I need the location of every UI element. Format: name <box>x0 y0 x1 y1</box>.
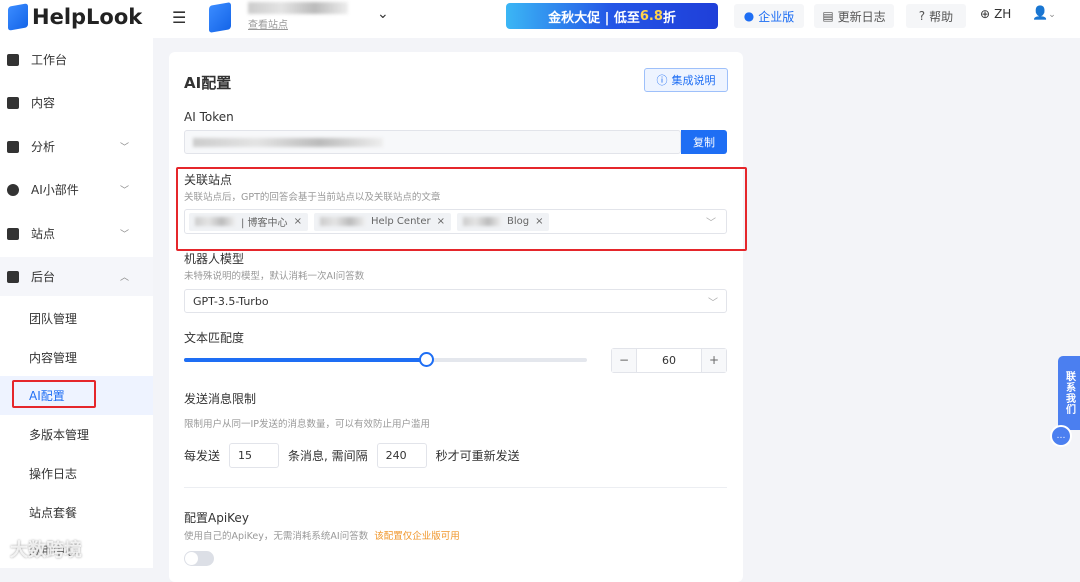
page-title: AI配置 <box>184 74 232 92</box>
ai-config-card: AI配置 ⓘ 集成说明 AI Token 复制 关联站点 关联站点后，GPT的回答… <box>169 52 747 582</box>
promo-banner[interactable]: 金秋大促 | 低至 6.8 折 <box>506 3 718 29</box>
apikey-toggle[interactable] <box>184 551 214 566</box>
linked-sites-select[interactable]: | 博客中心 × Help Center × Blog × ﹀ <box>184 209 727 234</box>
sidebar-sub-versions[interactable]: 多版本管理 <box>0 415 153 454</box>
toggle-knob <box>185 552 198 565</box>
rate-suffix: 秒才可重新发送 <box>435 449 520 463</box>
sidebar-item-sites[interactable]: 站点 ﹀ <box>0 214 153 253</box>
apikey-desc: 使用自己的ApiKey，无需消耗系统AI问答数 该配置仅企业版可用 <box>184 531 460 542</box>
sidebar-sub-content-mgmt[interactable]: 内容管理 <box>0 338 153 377</box>
integration-guide-button[interactable]: ⓘ 集成说明 <box>644 68 728 92</box>
chat-icon[interactable]: … <box>1050 425 1072 447</box>
logo-icon <box>8 3 28 31</box>
chevron-down-icon: ﹀ <box>708 297 718 309</box>
chevron-down-icon: ⌄ <box>1048 10 1056 20</box>
sidebar-sub-logs[interactable]: 操作日志 <box>0 454 153 493</box>
check-circle-icon: ● <box>743 9 755 23</box>
remove-tag-icon[interactable]: × <box>437 216 445 227</box>
contact-us-button[interactable]: 联系我们 <box>1058 356 1080 430</box>
slider-handle[interactable] <box>418 352 434 367</box>
question-icon: ? <box>918 9 926 23</box>
remove-tag-icon[interactable]: × <box>535 216 543 227</box>
tag-blur <box>462 217 501 226</box>
logo[interactable]: HelpLook <box>8 3 142 31</box>
site-tag: | 博客中心 × <box>189 212 308 231</box>
slider-fill <box>184 358 426 362</box>
sidebar-sub-plans[interactable]: 站点套餐 <box>0 493 153 532</box>
sidebar-item-backend[interactable]: 后台 ︿ <box>0 257 153 296</box>
copy-button[interactable]: 复制 <box>681 130 727 154</box>
home-icon <box>7 53 19 66</box>
match-slider[interactable] <box>184 352 587 367</box>
sidebar-item-ai-widget[interactable]: AI小部件 ﹀ <box>0 170 153 209</box>
sidebar-sub-team[interactable]: 团队管理 <box>0 299 153 338</box>
tag-blur <box>319 217 365 226</box>
sidebar: 工作台 内容 分析 ﹀ AI小部件 ﹀ 站点 ﹀ 后台 ︿ 团队管理 内容管理 AI配置… <box>0 38 153 568</box>
language-switch[interactable]: ⊕ ZH <box>980 7 1011 21</box>
rate-limit-desc: 限制用户从同一IP发送的消息数量，可以有效防止用户滥用 <box>184 419 431 430</box>
site-tag: Blog × <box>456 212 550 231</box>
sidebar-item-workbench[interactable]: 工作台 <box>0 40 153 79</box>
interval-seconds-input[interactable]: 240 <box>376 443 427 468</box>
chevron-down-icon: ﹀ <box>119 230 129 240</box>
top-header: HelpLook ☰ 查看站点 ⌄ 金秋大促 | 低至 6.8 折 ● 企业版 ▤ 更新… <box>0 0 1080 38</box>
enterprise-button[interactable]: ● 企业版 <box>734 4 804 28</box>
increment-button[interactable]: + <box>701 349 726 372</box>
view-site-link[interactable]: 查看站点 <box>248 16 288 31</box>
sidebar-item-content[interactable]: 内容 <box>0 83 153 122</box>
monitor-icon <box>7 227 19 240</box>
sidebar-item-analytics[interactable]: 分析 ﹀ <box>0 127 153 166</box>
tag-blur <box>195 217 235 226</box>
token-label: AI Token <box>184 110 234 124</box>
book-icon <box>7 96 19 109</box>
user-avatar-icon[interactable]: 👤⌄ <box>1032 6 1056 21</box>
document-icon: ▤ <box>822 9 834 23</box>
rate-limit-row: 每发送 15 条消息, 需间隔 240 秒才可重新发送 <box>184 443 520 468</box>
highlight-box <box>12 380 96 408</box>
linked-sites-desc: 关联站点后，GPT的回答会基于当前站点以及关联站点的文章 <box>184 192 441 203</box>
globe-icon: ⊕ <box>980 7 991 21</box>
info-icon: ⓘ <box>656 74 668 87</box>
model-desc: 未特殊说明的模型，默认消耗一次AI问答数 <box>184 271 365 282</box>
chevron-down-icon: ﹀ <box>119 186 129 196</box>
match-label: 文本匹配度 <box>184 331 245 345</box>
grid-icon <box>7 270 19 283</box>
site-logo-icon <box>209 2 231 33</box>
enterprise-only-note: 该配置仅企业版可用 <box>374 531 460 542</box>
decrement-button[interactable]: − <box>612 349 637 372</box>
collapse-menu-icon[interactable]: ☰ <box>172 8 186 27</box>
apikey-label: 配置ApiKey <box>184 511 249 525</box>
help-button[interactable]: ? 帮助 <box>906 4 966 28</box>
rate-limit-label: 发送消息限制 <box>184 392 257 406</box>
match-stepper: − 60 + <box>611 348 727 373</box>
chart-icon <box>7 140 19 153</box>
site-switch-chevron-icon[interactable]: ⌄ <box>377 6 389 22</box>
site-tag: Help Center × <box>313 212 451 231</box>
rate-prefix: 每发送 <box>184 449 221 463</box>
chevron-down-icon: ﹀ <box>706 218 716 229</box>
message-count-input[interactable]: 15 <box>229 443 280 468</box>
watermark: 大数跨境 <box>10 540 82 561</box>
chevron-up-icon: ︿ <box>119 273 129 283</box>
changelog-button[interactable]: ▤ 更新日志 <box>814 4 894 28</box>
rate-middle: 条消息, 需间隔 <box>288 449 368 463</box>
remove-tag-icon[interactable]: × <box>294 216 302 227</box>
model-label: 机器人模型 <box>184 252 245 266</box>
match-value[interactable]: 60 <box>637 354 701 367</box>
widget-icon <box>7 183 19 196</box>
site-name <box>248 2 348 14</box>
chevron-down-icon: ﹀ <box>119 143 129 153</box>
linked-sites-label: 关联站点 <box>184 173 233 187</box>
model-select[interactable]: GPT-3.5-Turbo ﹀ <box>184 289 727 313</box>
token-value <box>193 137 383 147</box>
divider <box>184 487 727 488</box>
token-input[interactable] <box>184 130 681 154</box>
